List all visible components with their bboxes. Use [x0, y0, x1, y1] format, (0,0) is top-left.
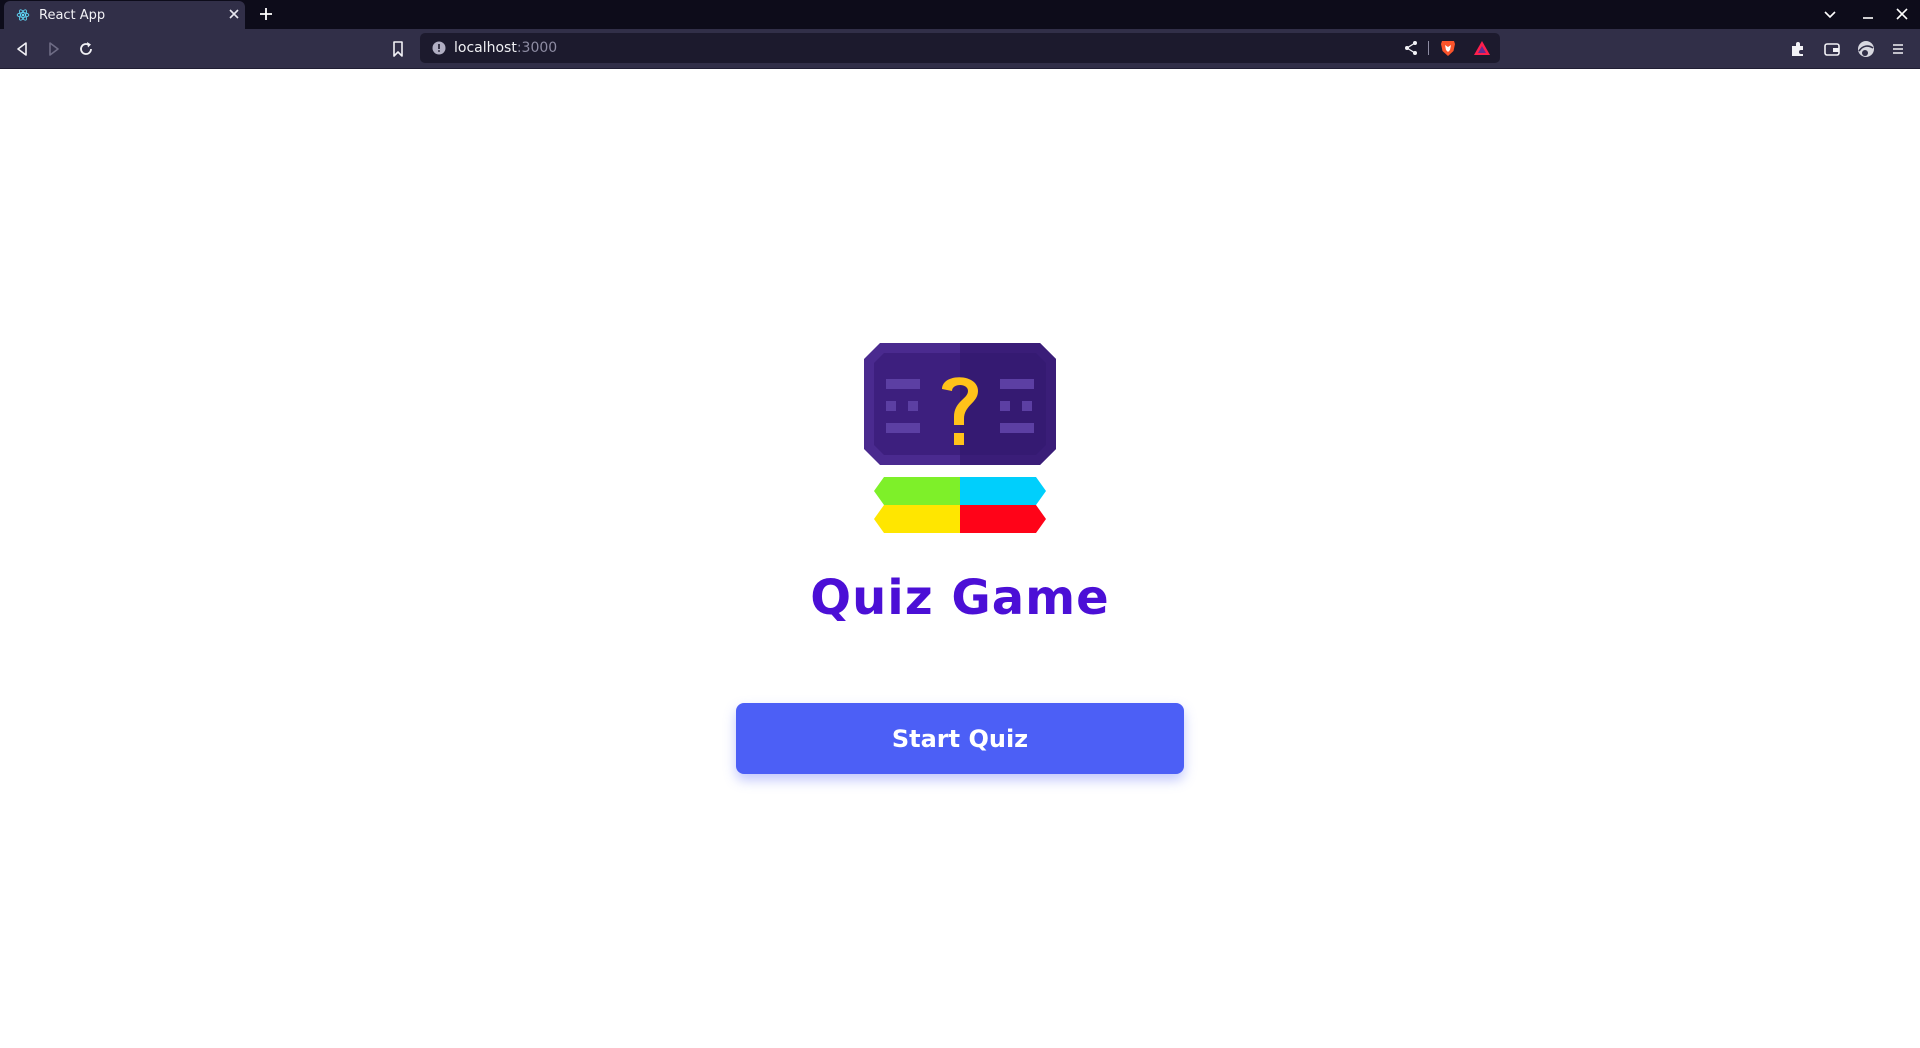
brave-shields-icon[interactable]	[1438, 38, 1458, 58]
reload-icon[interactable]	[76, 39, 96, 59]
share-icon[interactable]	[1402, 39, 1420, 57]
url-port: :3000	[516, 40, 558, 56]
forward-icon[interactable]	[44, 39, 64, 59]
close-icon[interactable]	[226, 6, 242, 22]
back-icon[interactable]	[12, 39, 32, 59]
url-divider	[1428, 41, 1429, 55]
info-icon[interactable]	[432, 41, 446, 55]
browser-toolbar: localhost:3000	[0, 29, 1920, 69]
tab-bar: React App	[0, 0, 1920, 29]
start-quiz-label: Start Quiz	[891, 724, 1029, 753]
address-bar[interactable]: localhost:3000	[420, 33, 1500, 63]
minimize-icon[interactable]	[1860, 6, 1876, 22]
start-quiz-button[interactable]: Start Quiz	[736, 703, 1184, 774]
browser-tab[interactable]: React App	[4, 1, 245, 29]
url-host: localhost	[454, 40, 517, 56]
vpn-icon[interactable]	[1856, 39, 1876, 59]
page-title: Quiz Game	[810, 570, 1110, 626]
plus-icon[interactable]	[256, 4, 276, 24]
bookmark-icon[interactable]	[388, 39, 408, 59]
quiz-logo-icon	[864, 343, 1056, 533]
window-close-icon[interactable]	[1894, 6, 1910, 22]
extensions-icon[interactable]	[1788, 39, 1808, 59]
menu-icon[interactable]	[1888, 39, 1908, 59]
tab-title: React App	[39, 8, 106, 23]
brave-rewards-icon[interactable]	[1472, 38, 1492, 58]
react-icon	[16, 9, 30, 21]
chevron-down-icon[interactable]	[1822, 6, 1838, 22]
wallet-icon[interactable]	[1822, 39, 1842, 59]
url-text[interactable]: localhost:3000	[454, 40, 557, 56]
